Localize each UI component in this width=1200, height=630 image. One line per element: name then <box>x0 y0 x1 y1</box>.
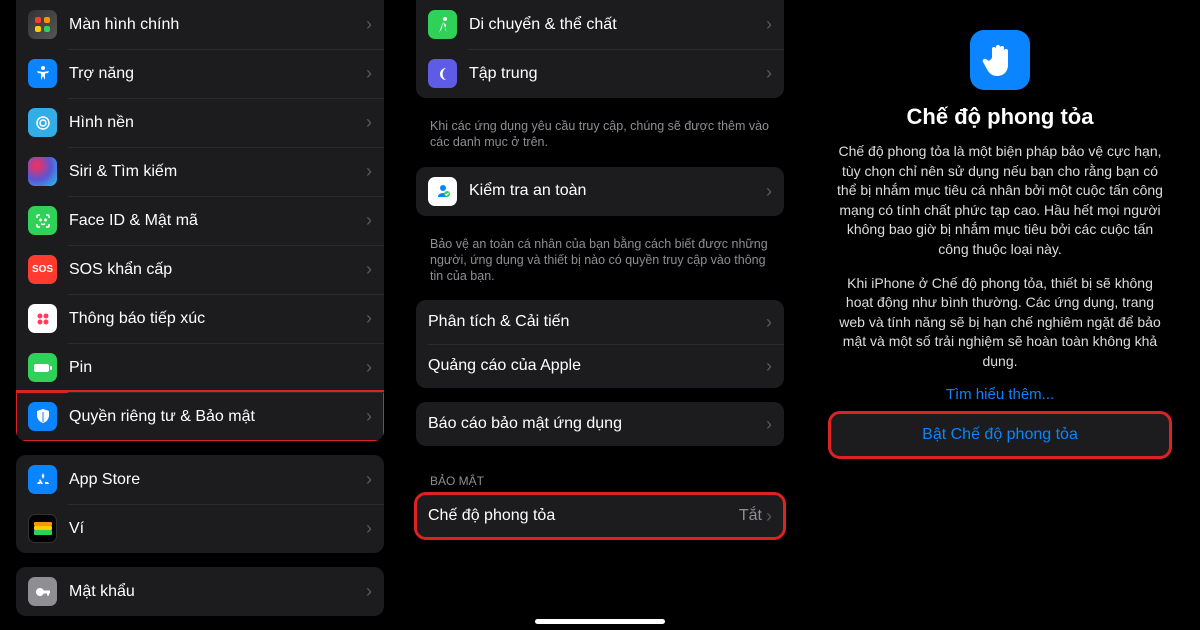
row-safety-check[interactable]: Kiểm tra an toàn › <box>416 167 784 216</box>
row-label: Siri & Tìm kiếm <box>69 163 366 181</box>
tracking-group: Di chuyển & thể chất › Tập trung › <box>416 0 784 98</box>
row-label: Tập trung <box>469 65 766 83</box>
safety-icon <box>428 177 457 206</box>
row-appstore[interactable]: App Store › <box>16 455 384 504</box>
exposure-icon <box>28 304 57 333</box>
chevron-right-icon: › <box>366 581 372 602</box>
faceid-icon <box>28 206 57 235</box>
row-value: Tắt <box>739 507 762 525</box>
chevron-right-icon: › <box>366 518 372 539</box>
chevron-right-icon: › <box>766 414 772 435</box>
row-wallpaper[interactable]: Hình nền › <box>16 98 384 147</box>
privacy-panel: Di chuyển & thể chất › Tập trung › Khi c… <box>400 0 800 630</box>
row-accessibility[interactable]: Trợ năng › <box>16 49 384 98</box>
chevron-right-icon: › <box>366 357 372 378</box>
row-motion[interactable]: Di chuyển & thể chất › <box>416 0 784 49</box>
analytics-group: Phân tích & Cải tiến › Quảng cáo của App… <box>416 300 784 388</box>
lockdown-para-1: Chế độ phong tỏa là một biện pháp bảo vệ… <box>830 142 1170 260</box>
enable-lockdown-button[interactable]: Bật Chế độ phong tỏa <box>830 413 1170 457</box>
row-lockdown-mode[interactable]: Chế độ phong tỏa Tắt › <box>416 494 784 538</box>
row-label: Ví <box>69 520 366 538</box>
wallet-icon <box>28 514 57 543</box>
chevron-right-icon: › <box>366 161 372 182</box>
chevron-right-icon: › <box>766 14 772 35</box>
row-label: Hình nền <box>69 114 366 132</box>
home-screen-icon <box>28 10 57 39</box>
chevron-right-icon: › <box>766 63 772 84</box>
row-exposure[interactable]: Thông báo tiếp xúc › <box>16 294 384 343</box>
siri-icon <box>28 157 57 186</box>
report-group: Báo cáo bảo mật ứng dụng › <box>416 402 784 446</box>
motion-icon <box>428 10 457 39</box>
row-faceid[interactable]: Face ID & Mật mã › <box>16 196 384 245</box>
safety-group: Kiểm tra an toàn › <box>416 167 784 216</box>
settings-group-1: Màn hình chính › Trợ năng › Hình nền › S… <box>16 0 384 441</box>
row-focus[interactable]: Tập trung › <box>416 49 784 98</box>
appstore-icon <box>28 465 57 494</box>
row-label: Thông báo tiếp xúc <box>69 310 366 328</box>
passwords-icon <box>28 577 57 606</box>
row-wallet[interactable]: Ví › <box>16 504 384 553</box>
row-label: Mật khẩu <box>69 583 366 601</box>
privacy-icon <box>28 402 57 431</box>
section-header-security: BẢO MẬT <box>416 460 784 492</box>
chevron-right-icon: › <box>366 63 372 84</box>
chevron-right-icon: › <box>366 112 372 133</box>
row-label: Phân tích & Cải tiến <box>428 313 766 331</box>
chevron-right-icon: › <box>766 312 772 333</box>
row-label: SOS khẩn cấp <box>69 261 366 279</box>
chevron-right-icon: › <box>766 181 772 202</box>
accessibility-icon <box>28 59 57 88</box>
caption-safety: Bảo vệ an toàn cá nhân của bạn bằng cách… <box>416 230 784 287</box>
row-home-screen[interactable]: Màn hình chính › <box>16 0 384 49</box>
row-label: Màn hình chính <box>69 16 366 34</box>
chevron-right-icon: › <box>366 14 372 35</box>
chevron-right-icon: › <box>366 259 372 280</box>
row-label: Báo cáo bảo mật ứng dụng <box>428 415 766 433</box>
row-analytics[interactable]: Phân tích & Cải tiến › <box>416 300 784 344</box>
learn-more-link[interactable]: Tìm hiểu thêm... <box>830 386 1170 403</box>
row-label: Quyền riêng tư & Bảo mật <box>69 408 366 426</box>
row-apple-ads[interactable]: Quảng cáo của Apple › <box>416 344 784 388</box>
chevron-right-icon: › <box>366 406 372 427</box>
row-label: Pin <box>69 359 366 377</box>
focus-icon <box>428 59 457 88</box>
lockdown-panel: Chế độ phong tỏa Chế độ phong tỏa là một… <box>800 0 1200 630</box>
chevron-right-icon: › <box>366 210 372 231</box>
sos-icon: SOS <box>28 255 57 284</box>
wallpaper-icon <box>28 108 57 137</box>
row-privacy[interactable]: Quyền riêng tư & Bảo mật › <box>16 392 384 441</box>
row-label: Quảng cáo của Apple <box>428 357 766 375</box>
row-passwords[interactable]: Mật khẩu › <box>16 567 384 616</box>
lockdown-hero: Chế độ phong tỏa Chế độ phong tỏa là một… <box>816 0 1184 457</box>
row-siri[interactable]: Siri & Tìm kiếm › <box>16 147 384 196</box>
lockdown-title: Chế độ phong tỏa <box>830 104 1170 130</box>
lockdown-group: Chế độ phong tỏa Tắt › <box>416 494 784 538</box>
row-privacy-report[interactable]: Báo cáo bảo mật ứng dụng › <box>416 402 784 446</box>
row-label: Di chuyển & thể chất <box>469 16 766 34</box>
row-label: Trợ năng <box>69 65 366 83</box>
settings-group-2: App Store › Ví › <box>16 455 384 553</box>
row-sos[interactable]: SOS SOS khẩn cấp › <box>16 245 384 294</box>
battery-icon <box>28 353 57 382</box>
row-label: App Store <box>69 471 366 489</box>
settings-group-3: Mật khẩu › <box>16 567 384 616</box>
row-label: Kiểm tra an toàn <box>469 182 766 200</box>
chevron-right-icon: › <box>366 469 372 490</box>
lockdown-hand-icon <box>970 30 1030 90</box>
home-indicator[interactable] <box>535 619 665 624</box>
row-label: Face ID & Mật mã <box>69 212 366 230</box>
row-label: Chế độ phong tỏa <box>428 507 739 525</box>
caption-access: Khi các ứng dụng yêu cầu truy cập, chúng… <box>416 112 784 153</box>
lockdown-para-2: Khi iPhone ở Chế độ phong tỏa, thiết bị … <box>830 274 1170 372</box>
row-battery[interactable]: Pin › <box>16 343 384 392</box>
chevron-right-icon: › <box>766 356 772 377</box>
chevron-right-icon: › <box>366 308 372 329</box>
chevron-right-icon: › <box>766 506 772 527</box>
settings-panel: Màn hình chính › Trợ năng › Hình nền › S… <box>0 0 400 630</box>
